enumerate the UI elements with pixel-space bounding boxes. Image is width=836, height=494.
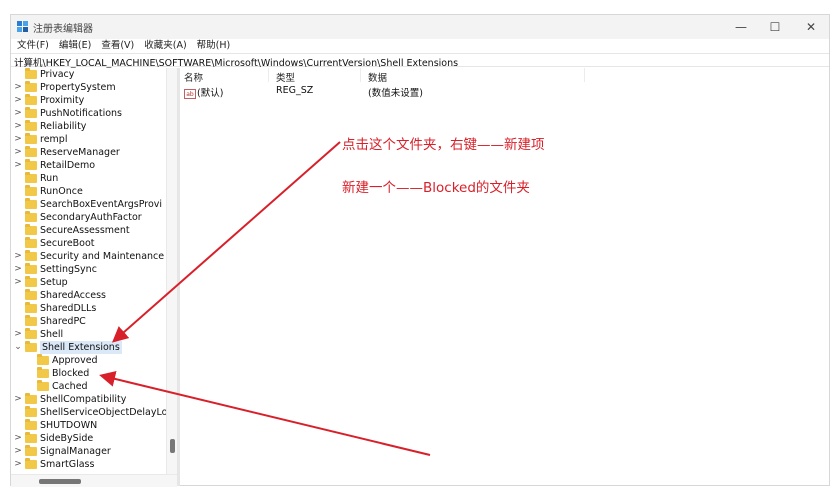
- annotation-step-2: 新建一个——Blocked的文件夹: [342, 180, 530, 196]
- arrow-to-blocked: [99, 371, 431, 456]
- annotation-step-1: 点击这个文件夹，右键——新建项: [342, 137, 545, 153]
- annotation-arrows: [99, 141, 431, 456]
- arrow-to-shell-extensions: [111, 141, 341, 343]
